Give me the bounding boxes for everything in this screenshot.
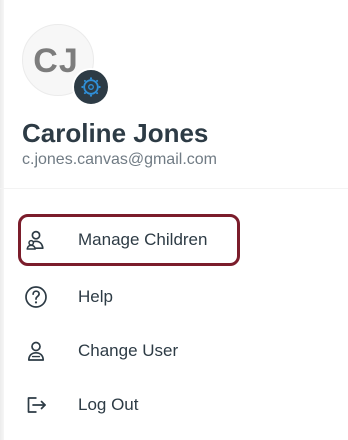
canvas-logo-icon [72,68,110,106]
header-divider [0,188,348,189]
change-user-icon [24,339,48,363]
drawer-edge [0,0,4,440]
log-out-icon [24,393,48,417]
help-menu-item[interactable]: Help [18,271,240,323]
change-user-menu-item[interactable]: Change User [18,325,240,377]
help-icon [24,285,48,309]
change-user-label: Change User [78,341,179,360]
log-out-menu-item[interactable]: Log Out [18,379,240,431]
avatar-initials: CJ [33,41,79,80]
manage-children-label: Manage Children [78,230,208,249]
log-out-label: Log Out [78,395,139,414]
profile-drawer: CJ Caroline Jones c.jones.canvas@gmail.c… [0,0,348,440]
help-label: Help [78,287,113,306]
user-name: Caroline Jones [22,118,209,148]
manage-children-icon [24,228,48,252]
user-email: c.jones.canvas@gmail.com [22,151,217,168]
manage-children-menu-item[interactable]: Manage Children [18,214,240,266]
profile-header: CJ Caroline Jones c.jones.canvas@gmail.c… [22,24,332,174]
